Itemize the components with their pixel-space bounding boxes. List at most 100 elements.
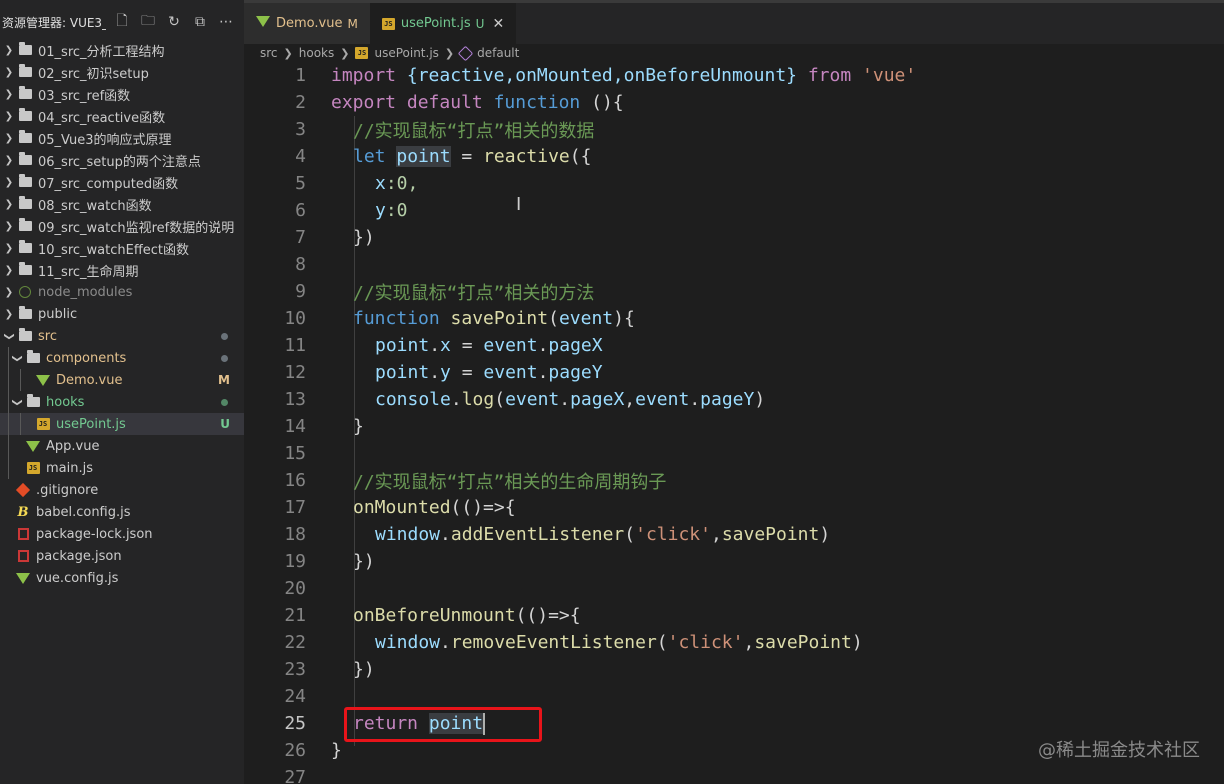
tree-file-demo-vue[interactable]: Demo.vue M: [0, 369, 244, 391]
tree-file-package-lock[interactable]: package-lock.json: [0, 523, 244, 545]
code-line: }): [244, 656, 1224, 683]
breadcrumb-item[interactable]: usePoint.js: [374, 46, 438, 60]
tree-item-label: 11_src_生命周期: [38, 264, 139, 280]
tree-folder[interactable]: ❯ 10_src_watchEffect函数: [0, 237, 244, 259]
tab-usepoint-js[interactable]: JS usePoint.js U ✕: [369, 3, 517, 44]
tree-folder-node-modules[interactable]: ❯ node_modules: [0, 281, 244, 303]
operator: =: [450, 146, 484, 167]
code-line: let point = reactive({: [244, 143, 1224, 170]
line-number: 15: [244, 440, 1224, 467]
js-file-icon: JS: [24, 461, 42, 475]
tree-item-label: App.vue: [46, 438, 100, 454]
identifier: point: [396, 146, 451, 167]
tree-folder[interactable]: ❯ 02_src_初识setup: [0, 61, 244, 83]
tree-file-babel-config[interactable]: B babel.config.js: [0, 501, 244, 523]
keyword: export: [331, 92, 397, 113]
git-icon: [14, 482, 32, 498]
tree-folder[interactable]: ❯ 05_Vue3的响应式原理: [0, 127, 244, 149]
keyword: import: [331, 65, 397, 86]
new-file-icon[interactable]: 🗋: [112, 12, 132, 32]
code-editor[interactable]: 1 2 3 4 5 6 7 8 9 10 11 12 13 14 15 16 17 18 19 20 21 22 23 24 2…: [244, 62, 1224, 784]
tree-folder[interactable]: ❯ 04_src_reactive函数: [0, 105, 244, 127]
tree-folder-components[interactable]: ❯ components: [0, 347, 244, 369]
tree-folder-public[interactable]: ❯ public: [0, 303, 244, 325]
line-number-text: 20: [284, 578, 306, 599]
punctuation: }: [353, 416, 364, 437]
chevron-down-icon: ❯: [3, 331, 15, 341]
code-text: console.log(event.pageX,event.pageY): [375, 389, 766, 410]
tree-item-label: public: [38, 306, 78, 322]
punctuation: }): [353, 227, 375, 248]
tree-file-main-js[interactable]: JS main.js: [0, 457, 244, 479]
tree-folder-src[interactable]: ❯ src: [0, 325, 244, 347]
indent-guide: [8, 435, 9, 457]
tree-folder[interactable]: ❯ 09_src_watch监视ref数据的说明: [0, 215, 244, 237]
identifier: window: [375, 632, 441, 653]
vue-file-icon: [24, 439, 42, 453]
folder-icon: [16, 42, 34, 57]
tree-folder[interactable]: ❯ 11_src_生命周期: [0, 259, 244, 281]
punctuation: (()=>{: [515, 605, 581, 626]
tab-demo-vue[interactable]: Demo.vue M: [244, 3, 370, 44]
code-text: x:0,: [375, 173, 418, 194]
breadcrumb-item[interactable]: default: [477, 46, 519, 60]
vue-icon: [256, 16, 270, 31]
line-number-text: 8: [295, 254, 306, 275]
folder-icon: [16, 218, 34, 233]
tree-folder[interactable]: ❯ 03_src_ref函数: [0, 83, 244, 105]
refresh-icon[interactable]: ↻: [164, 12, 184, 32]
code-line: onBeforeUnmount(()=>{: [244, 602, 1224, 629]
tree-item-label: components: [46, 350, 127, 366]
folder-icon: [16, 306, 34, 321]
tree-file-usepoint-js[interactable]: JS usePoint.js U: [0, 413, 244, 435]
code-line: //实现鼠标“打点”相关的数据: [244, 116, 1224, 143]
tree-file-package-json[interactable]: package.json: [0, 545, 244, 567]
tree-file-app-vue[interactable]: App.vue: [0, 435, 244, 457]
tree-file-gitignore[interactable]: .gitignore: [0, 479, 244, 501]
code-line: import {reactive,onMounted,onBeforeUnmou…: [244, 62, 1224, 89]
tree-item-label: babel.config.js: [36, 504, 131, 520]
chevron-right-icon: ❯: [283, 46, 293, 60]
code-line: function savePoint(event){: [244, 305, 1224, 332]
code-text: y:0: [375, 200, 408, 221]
tree-item-label: 05_Vue3的响应式原理: [38, 132, 172, 148]
chevron-right-icon: ❯: [4, 110, 14, 122]
node-folder-icon: [16, 285, 34, 299]
folder-icon: [16, 240, 34, 255]
number: :0,: [385, 173, 419, 194]
identifier: savePoint: [721, 524, 820, 545]
tree-folder[interactable]: ❯ 06_src_setup的两个注意点: [0, 149, 244, 171]
more-actions-icon[interactable]: ⋯: [216, 12, 236, 32]
code-line: y:0: [244, 197, 1224, 224]
indent-guide: [8, 369, 9, 391]
npm-icon: [14, 549, 32, 563]
tree-folder[interactable]: ❯ 07_src_computed函数: [0, 171, 244, 193]
keyword: function: [353, 308, 440, 329]
punctuation: }): [353, 659, 375, 680]
tree-folder[interactable]: ❯ 01_src_分析工程结构: [0, 39, 244, 61]
tree-item-label: 07_src_computed函数: [38, 176, 179, 192]
string: 'click': [635, 524, 711, 545]
function-name: removeEventListener: [450, 632, 657, 653]
identifier: {reactive,onMounted,onBeforeUnmount}: [396, 65, 808, 86]
breadcrumb-item[interactable]: src: [260, 46, 278, 60]
tree-item-label: .gitignore: [36, 482, 99, 498]
code-text: let point = reactive({: [353, 146, 591, 167]
code-text: window.addEventListener('click',savePoin…: [375, 524, 831, 545]
property: pageY: [548, 362, 603, 383]
new-folder-icon[interactable]: 🗀: [138, 12, 158, 32]
indent-guide: [8, 347, 9, 369]
chevron-right-icon: ❯: [4, 176, 14, 188]
comment: //实现鼠标“打点”相关的生命周期钩子: [353, 471, 667, 493]
tree-folder-hooks[interactable]: ❯ hooks: [0, 391, 244, 413]
property: x: [440, 335, 451, 356]
close-tab-icon[interactable]: ✕: [492, 16, 504, 32]
breadcrumb-item[interactable]: hooks: [299, 46, 335, 60]
function-name: onBeforeUnmount: [353, 605, 516, 626]
tree-folder[interactable]: ❯ 08_src_watch函数: [0, 193, 244, 215]
identifier: window: [375, 524, 441, 545]
collapse-all-icon[interactable]: ⧉: [190, 12, 210, 32]
file-tree: ❯ 01_src_分析工程结构 ❯ 02_src_初识setup ❯ 03_sr…: [0, 39, 244, 589]
tree-file-vue-config[interactable]: vue.config.js: [0, 567, 244, 589]
tree-item-label: hooks: [46, 394, 85, 410]
